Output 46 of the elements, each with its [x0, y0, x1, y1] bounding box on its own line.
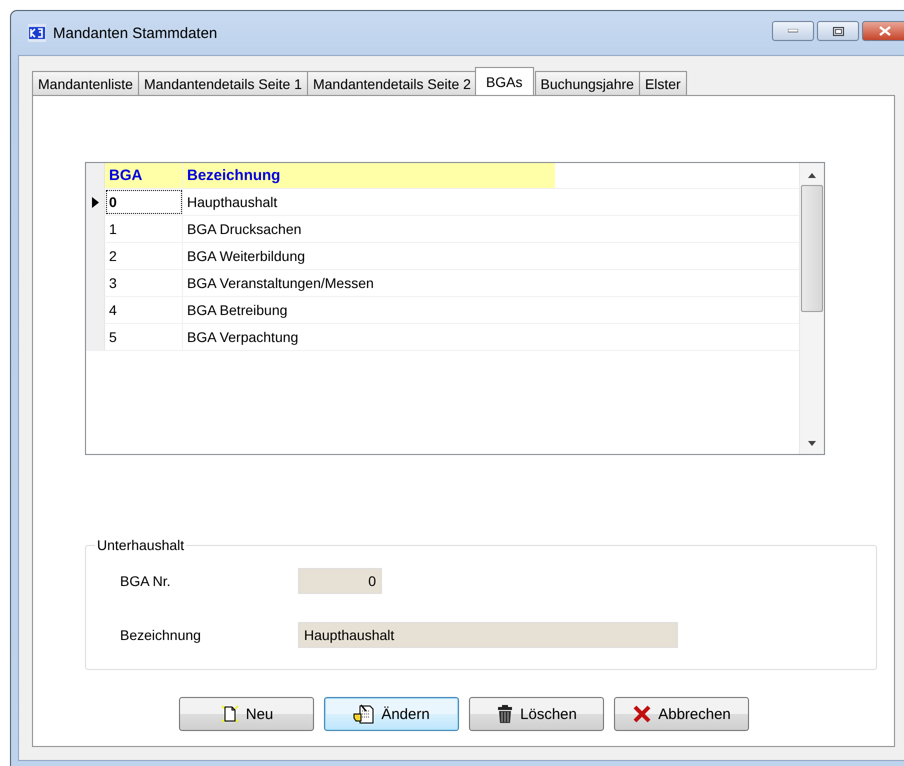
table-cell-text: BGA Verpachtung — [186, 328, 300, 347]
table-cell-text: BGA Drucksachen — [186, 220, 302, 239]
maximize-icon — [832, 26, 844, 36]
scroll-up-icon — [808, 173, 816, 178]
table-cell-text: BGA Veranstaltungen/Messen — [186, 274, 375, 293]
table-cell: 4 — [105, 297, 183, 323]
button[interactable]: Abbrechen — [614, 697, 749, 731]
tab[interactable]: Mandantendetails Seite 1 — [138, 71, 308, 95]
column-header[interactable]: BGA — [105, 163, 183, 188]
table-cell: 1 — [105, 216, 183, 242]
group-title: Unterhaushalt — [96, 537, 186, 553]
scrollbar[interactable] — [799, 163, 824, 454]
tab[interactable]: Mandantenliste — [32, 71, 139, 95]
input-field[interactable]: Haupthaushalt — [298, 622, 678, 648]
close-button[interactable] — [862, 21, 904, 41]
new-document-icon — [220, 704, 240, 724]
current-row-icon — [92, 196, 98, 208]
minimize-button[interactable] — [772, 21, 814, 41]
table-cell: 0 — [105, 189, 183, 215]
table-cell-text: Haupthaushalt — [186, 193, 278, 212]
table-cell-text: BGA Weiterbildung — [186, 247, 306, 266]
column-header[interactable]: Bezeichnung — [183, 163, 555, 188]
button[interactable]: Neu — [179, 697, 314, 731]
field-label: Bezeichnung — [120, 627, 202, 643]
trash-icon — [496, 704, 514, 724]
scroll-down-icon — [808, 441, 816, 446]
table-cell: 2 — [105, 243, 183, 269]
table-cell-text: BGA Betreibung — [186, 301, 288, 320]
tab[interactable]: BGAs — [474, 67, 534, 95]
button[interactable]: Löschen — [469, 697, 604, 731]
table-cell: 5 — [105, 324, 183, 350]
tab[interactable]: Mandantendetails Seite 2 — [306, 71, 477, 95]
button[interactable]: Ändern — [324, 697, 459, 731]
close-icon — [879, 26, 891, 36]
scroll-thumb[interactable] — [801, 185, 823, 312]
window-title: Mandanten Stammdaten — [53, 24, 218, 42]
cancel-icon — [632, 704, 652, 724]
minimize-icon — [788, 29, 798, 33]
edit-document-icon — [353, 704, 376, 724]
tab[interactable]: Buchungsjahre — [534, 71, 640, 95]
input-field[interactable]: 0 — [298, 568, 382, 594]
tab[interactable]: Elster — [638, 71, 687, 95]
maximize-button[interactable] — [817, 21, 859, 41]
field-label: BGA Nr. — [120, 573, 172, 589]
table-cell: 3 — [105, 270, 183, 296]
app-icon — [28, 24, 46, 42]
